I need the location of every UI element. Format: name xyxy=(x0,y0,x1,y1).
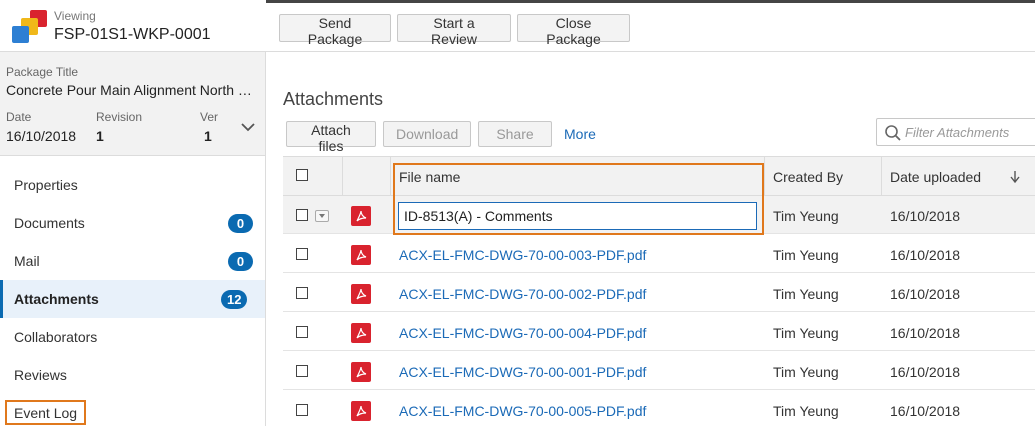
file-name-edit-input[interactable] xyxy=(398,202,757,230)
file-name-link[interactable]: ACX-EL-FMC-DWG-70-00-002-PDF.pdf xyxy=(399,286,646,302)
row-checkbox[interactable] xyxy=(296,248,308,260)
table-row[interactable]: ACX-EL-FMC-DWG-70-00-001-PDF.pdf Tim Yeu… xyxy=(283,352,1035,390)
created-by-cell: Tim Yeung xyxy=(773,286,839,302)
date-value: 16/10/2018 xyxy=(6,128,77,144)
viewing-label: Viewing xyxy=(54,9,96,23)
created-by-cell: Tim Yeung xyxy=(773,247,839,263)
nav-item-label: Attachments xyxy=(14,291,99,307)
share-button[interactable]: Share xyxy=(478,121,552,147)
documents-count-badge: 0 xyxy=(228,214,253,233)
table-row[interactable]: ACX-EL-FMC-DWG-70-00-003-PDF.pdf Tim Yeu… xyxy=(283,235,1035,273)
created-by-header-label: Created By xyxy=(773,169,844,185)
file-name-link[interactable]: ACX-EL-FMC-DWG-70-00-005-PDF.pdf xyxy=(399,403,646,419)
nav-item-attachments[interactable]: Attachments 12 xyxy=(0,280,265,318)
table-row[interactable]: ACX-EL-FMC-DWG-70-00-005-PDF.pdf Tim Yeu… xyxy=(283,391,1035,426)
nav-item-label: Properties xyxy=(14,177,78,193)
nav-item-label: Collaborators xyxy=(14,329,98,345)
pdf-file-icon xyxy=(351,362,371,382)
nav-item-properties[interactable]: Properties xyxy=(0,166,265,204)
pdf-file-icon xyxy=(351,323,371,343)
created-by-cell: Tim Yeung xyxy=(773,325,839,341)
select-all-checkbox[interactable] xyxy=(296,169,308,181)
revision-value: 1 xyxy=(96,128,104,144)
date-uploaded-header-label: Date uploaded xyxy=(890,169,982,185)
attachments-count-badge: 12 xyxy=(221,290,248,309)
date-uploaded-cell: 16/10/2018 xyxy=(890,364,961,380)
section-title: Attachments xyxy=(283,89,384,109)
nav-item-reviews[interactable]: Reviews xyxy=(0,356,265,394)
row-checkbox[interactable] xyxy=(296,326,308,338)
date-uploaded-cell: 16/10/2018 xyxy=(890,286,961,302)
ver-label: Ver xyxy=(200,110,219,124)
file-name-link[interactable]: ACX-EL-FMC-DWG-70-00-004-PDF.pdf xyxy=(399,325,646,341)
revision-label: Revision xyxy=(96,110,143,124)
filter-attachments-input[interactable]: Filter Attachments xyxy=(876,118,1035,146)
pdf-file-icon xyxy=(351,206,371,226)
start-review-button[interactable]: Start a Review xyxy=(397,14,511,47)
date-uploaded-cell: 16/10/2018 xyxy=(890,403,961,419)
row-checkbox[interactable] xyxy=(296,209,308,221)
sort-down-icon[interactable] xyxy=(1009,170,1021,184)
table-row[interactable]: Tim Yeung 16/10/2018 xyxy=(283,196,1035,234)
nav-item-label: Documents xyxy=(14,215,85,231)
nav-item-label: Reviews xyxy=(14,367,67,383)
send-package-button[interactable]: Send Package xyxy=(279,14,391,47)
date-label: Date xyxy=(6,110,32,124)
mail-count-badge: 0 xyxy=(228,252,253,271)
file-name-header-label: File name xyxy=(399,169,461,185)
app-logo-icon xyxy=(10,10,50,46)
pdf-file-icon xyxy=(351,245,371,265)
event-log-highlight xyxy=(5,400,86,425)
table-row[interactable]: ACX-EL-FMC-DWG-70-00-004-PDF.pdf Tim Yeu… xyxy=(283,313,1035,351)
created-by-cell: Tim Yeung xyxy=(773,208,839,224)
file-name-link[interactable]: ACX-EL-FMC-DWG-70-00-003-PDF.pdf xyxy=(399,247,646,263)
package-title-label: Package Title xyxy=(6,65,79,79)
created-by-column-header[interactable]: Created By xyxy=(765,157,882,195)
row-checkbox[interactable] xyxy=(296,287,308,299)
nav-item-collaborators[interactable]: Collaborators xyxy=(0,318,265,356)
filter-placeholder: Filter Attachments xyxy=(905,125,1010,140)
close-package-button[interactable]: Close Package xyxy=(517,14,630,47)
row-checkbox[interactable] xyxy=(296,365,308,377)
search-icon xyxy=(885,125,901,141)
download-button[interactable]: Download xyxy=(383,121,471,147)
created-by-cell: Tim Yeung xyxy=(773,364,839,380)
file-name-link[interactable]: ACX-EL-FMC-DWG-70-00-001-PDF.pdf xyxy=(399,364,646,380)
pdf-file-icon xyxy=(351,401,371,421)
nav-item-documents[interactable]: Documents 0 xyxy=(0,204,265,242)
attach-files-button[interactable]: Attach files xyxy=(286,121,376,154)
row-checkbox[interactable] xyxy=(296,404,308,416)
chevron-down-icon[interactable] xyxy=(240,122,256,132)
package-title-value: Concrete Pour Main Alignment North … xyxy=(6,82,252,98)
ver-value: 1 xyxy=(204,128,212,144)
package-summary: Package Title Concrete Pour Main Alignme… xyxy=(0,52,265,156)
nav-item-mail[interactable]: Mail 0 xyxy=(0,242,265,280)
pdf-file-icon xyxy=(351,284,371,304)
table-header: File name Created By Date uploaded xyxy=(283,156,1035,196)
date-uploaded-cell: 16/10/2018 xyxy=(890,208,961,224)
dropdown-caret-icon[interactable] xyxy=(315,210,329,222)
file-name-column-header[interactable]: File name xyxy=(391,157,765,195)
top-bar: Viewing FSP-01S1-WKP-0001 Send Package S… xyxy=(0,0,1035,52)
nav-item-label: Mail xyxy=(14,253,40,269)
created-by-cell: Tim Yeung xyxy=(773,403,839,419)
sidebar: Package Title Concrete Pour Main Alignme… xyxy=(0,52,266,426)
package-number: FSP-01S1-WKP-0001 xyxy=(54,26,211,43)
date-uploaded-cell: 16/10/2018 xyxy=(890,247,961,263)
date-uploaded-cell: 16/10/2018 xyxy=(890,325,961,341)
more-link[interactable]: More xyxy=(564,126,596,142)
icon-column-header xyxy=(343,157,391,195)
top-accent-line xyxy=(266,0,1035,3)
select-column-header xyxy=(283,157,343,195)
table-row[interactable]: ACX-EL-FMC-DWG-70-00-002-PDF.pdf Tim Yeu… xyxy=(283,274,1035,312)
